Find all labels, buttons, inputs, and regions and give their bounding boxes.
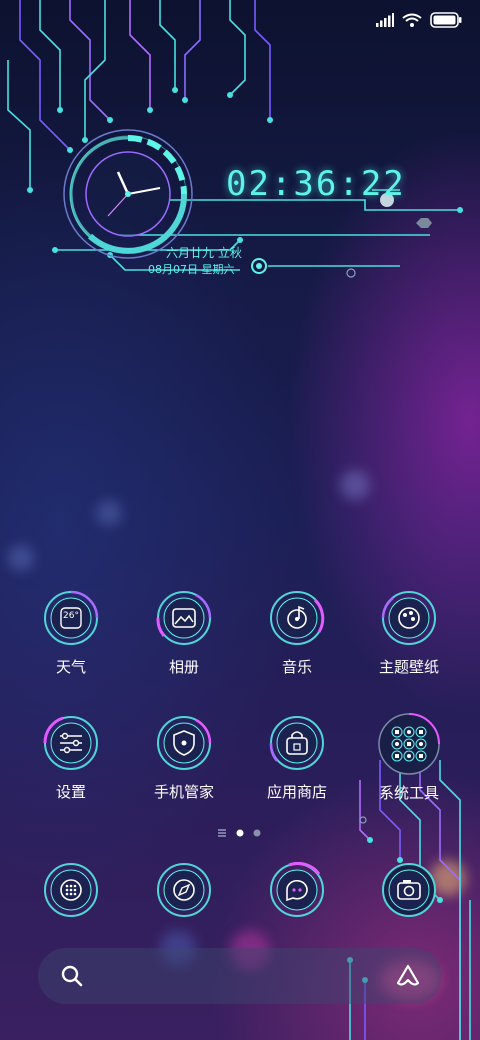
app-label: 应用商店 — [266, 783, 327, 801]
digital-time: 02:36:22 — [226, 164, 406, 204]
dock-browser[interactable] — [129, 862, 239, 918]
app-label: 系统工具 — [378, 784, 439, 802]
app-label: 音乐 — [281, 658, 312, 676]
page-dot — [253, 829, 261, 837]
messages-icon — [270, 862, 324, 917]
search-icon[interactable] — [60, 964, 84, 988]
page-indicator[interactable] — [0, 825, 480, 837]
page-dot-active — [236, 829, 244, 837]
app-store-icon — [269, 716, 324, 770]
home-list-icon — [218, 829, 226, 837]
themes-icon — [381, 591, 436, 645]
solar-date: 08月07日 星期六 — [148, 263, 235, 276]
music-icon — [270, 591, 325, 645]
clock-widget[interactable]: 02:36:22 六月廿九 立秋 08月07日 星期六 — [0, 0, 480, 290]
dock-camera[interactable] — [354, 862, 464, 918]
browser-compass-icon — [157, 863, 211, 917]
app-music[interactable]: 音乐 — [242, 590, 352, 677]
dock-phone[interactable] — [16, 862, 126, 918]
app-themes[interactable]: 主题壁纸 — [354, 590, 464, 677]
search-bar[interactable] — [38, 948, 442, 1004]
system-tools-folder-icon — [378, 713, 440, 775]
gallery-icon — [156, 591, 212, 645]
app-label: 手机管家 — [153, 783, 214, 801]
folder-system-tools[interactable]: 系统工具 — [354, 712, 464, 803]
app-store[interactable]: 应用商店 — [242, 715, 352, 802]
app-label: 相册 — [168, 658, 199, 676]
assistant-icon[interactable] — [394, 963, 422, 989]
app-weather[interactable]: 26° 天气 — [16, 590, 126, 677]
app-gallery[interactable]: 相册 — [129, 590, 239, 677]
app-label: 天气 — [55, 658, 86, 676]
weather-temp-badge: 26° — [63, 611, 79, 621]
lunar-date: 六月廿九 立秋 — [166, 246, 242, 260]
app-settings[interactable]: 设置 — [16, 715, 126, 802]
settings-icon — [43, 716, 98, 770]
analog-clock — [63, 129, 193, 259]
security-icon — [157, 716, 212, 770]
app-security[interactable]: 手机管家 — [129, 715, 239, 802]
camera-icon — [382, 863, 436, 917]
dock-messages[interactable] — [242, 862, 352, 918]
app-label: 设置 — [55, 783, 86, 801]
app-label: 主题壁纸 — [378, 658, 439, 676]
phone-dialpad-icon — [44, 863, 98, 917]
